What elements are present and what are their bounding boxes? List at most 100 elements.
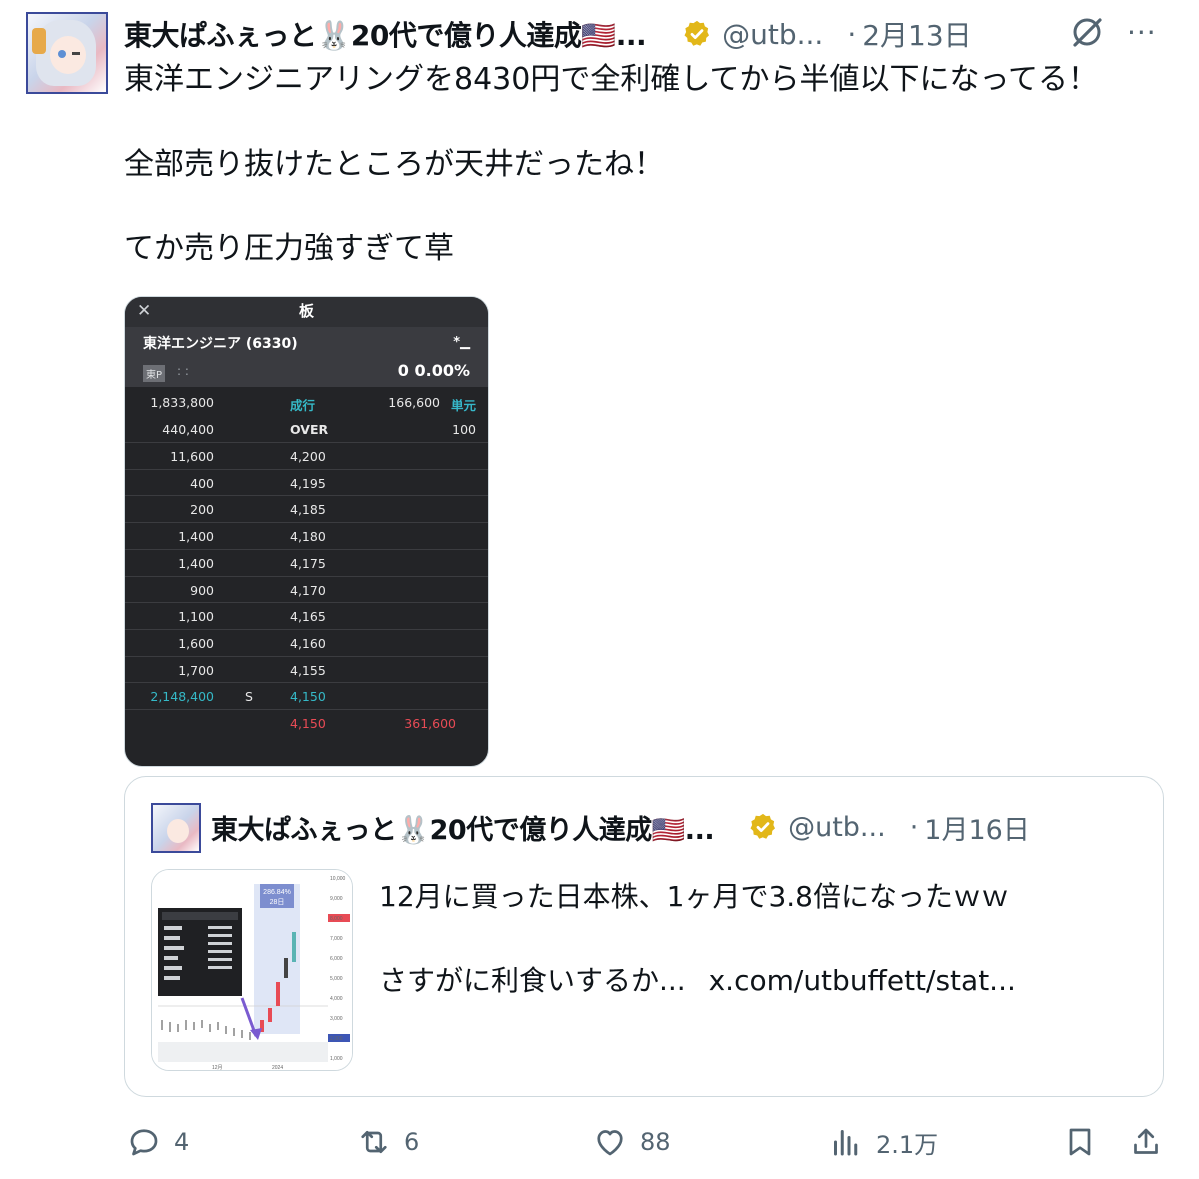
bid-qty: 200 [190, 502, 214, 517]
order-row: 1,400 4,180 [125, 523, 488, 549]
bid-qty: 1,700 [178, 663, 214, 678]
post-text-line-2: 全部売り抜けたところが天井だったね！ [124, 147, 664, 182]
order-row: 200 4,185 [125, 496, 488, 522]
heart-icon [597, 1130, 623, 1156]
repost-icon [361, 1130, 387, 1154]
quoted-post-header: 東大ぱふぇっと🐰20代で億り人達成🇺🇸... @utb... · 1月16日 [211, 805, 1139, 849]
share-icon [1134, 1128, 1158, 1154]
order-price: OVER [290, 422, 329, 437]
quoted-post-link[interactable]: x.com/utbuffett/stat... [709, 964, 1016, 997]
order-row: 11,600 4,200 [125, 443, 488, 469]
post-date[interactable]: 2月13日 [862, 14, 971, 54]
bid-qty: 2,148,400 [150, 689, 214, 704]
order-row: 1,600 4,160 [125, 630, 488, 656]
order-price: 4,170 [290, 583, 326, 598]
svg-text:12月: 12月 [212, 1065, 223, 1071]
ask-qty: 100 [452, 422, 476, 437]
bid-qty: 900 [190, 583, 214, 598]
gain-badge-days: 28日 [270, 898, 285, 906]
svg-text:6,000: 6,000 [330, 956, 343, 962]
order-price: 4,150 [290, 716, 326, 731]
order-row: 2,148,400 S 4,150 [125, 683, 488, 709]
order-price: 4,155 [290, 663, 326, 678]
avatar-eye-wink [72, 52, 80, 55]
svg-text:5,000: 5,000 [330, 976, 343, 982]
reply-icon [130, 1129, 158, 1156]
close-icon: ✕ [137, 301, 152, 321]
quoted-author-name: 東大ぱふぇっと🐰20代で億り人達成🇺🇸... [211, 814, 715, 846]
svg-text:8,000: 8,000 [330, 916, 343, 922]
order-row: 1,400 4,175 [125, 550, 488, 576]
order-row: 900 4,170 [125, 577, 488, 603]
order-price: 4,180 [290, 529, 326, 544]
avatar-eye [58, 50, 66, 58]
post-actions-bar: 4 6 88 2.1万 [0, 1118, 1199, 1168]
order-price: 4,175 [290, 556, 326, 571]
more-options-icon[interactable]: ··· [1127, 16, 1157, 49]
order-price: 4,185 [290, 502, 326, 517]
like-count: 88 [640, 1128, 671, 1156]
order-book-title: 板 [298, 302, 314, 320]
order-row: 1,100 4,165 [125, 603, 488, 629]
avatar-face [167, 819, 189, 843]
quoted-post-chart-thumbnail: 286.84% 28日 10,000 9,000 8,000 7,000 6,0… [151, 869, 353, 1071]
avatar-face [50, 36, 86, 74]
quoted-author-handle: @utb... [788, 811, 886, 843]
order-row: 1,700 4,155 [125, 657, 488, 683]
stock-menu-icon: *▁ [453, 335, 470, 350]
reply-button[interactable]: 4 [126, 1124, 189, 1160]
svg-text:3,000: 3,000 [330, 1016, 343, 1022]
quoted-text-line-1: 12月に買った日本株、1ヶ月で3.8倍になったｗｗ [379, 880, 1009, 913]
order-price: 4,200 [290, 449, 326, 464]
like-button[interactable]: 88 [592, 1124, 671, 1160]
order-price: 4,195 [290, 476, 326, 491]
date-separator: · [909, 811, 919, 843]
order-row: 4,150 361,600 [125, 710, 488, 736]
verified-badge-icon [750, 813, 776, 839]
quoted-post[interactable]: 東大ぱふぇっと🐰20代で億り人達成🇺🇸... @utb... · 1月16日 2 [124, 776, 1164, 1097]
svg-text:10,000: 10,000 [330, 876, 346, 882]
bid-qty: 400 [190, 476, 214, 491]
stock-info-box: 東洋エンジニア (6330) *▁ 東P : : 0 0.00% [125, 327, 488, 387]
share-button[interactable] [1128, 1124, 1176, 1160]
market-badge: 東P [143, 365, 166, 382]
svg-text:2,000: 2,000 [330, 1036, 343, 1042]
reply-count: 4 [174, 1128, 190, 1156]
order-row: 400 4,195 [125, 470, 488, 496]
order-row: 1,833,800 成行 166,600 単元 [125, 389, 488, 415]
bookmark-icon [1069, 1128, 1091, 1156]
post-text-line-1: 東洋エンジニアリングを8430円で全利確してから半値以下になってる！ [124, 62, 1098, 97]
post-image-order-book[interactable]: ✕ 板 東洋エンジニア (6330) *▁ 東P : : 0 0.00% 1,8… [124, 296, 489, 767]
order-row: 440,400 OVER 100 [125, 416, 488, 442]
author-name[interactable]: 東大ぱふぇっと🐰20代で億り人達成🇺🇸... [124, 14, 647, 54]
avatar-accessory [32, 28, 46, 54]
gain-badge-percent: 286.84% [263, 889, 291, 896]
ask-qty: 361,600 [404, 716, 456, 731]
views-button[interactable]: 2.1万 [828, 1124, 938, 1160]
verified-badge-icon[interactable] [682, 19, 712, 49]
svg-text:1,000: 1,000 [330, 1056, 343, 1062]
quoted-text-snippet: さすがに利食いするか... [379, 964, 686, 997]
author-handle[interactable]: @utb... [722, 18, 823, 51]
date-separator: · [847, 17, 857, 51]
post-header: 東大ぱふぇっと🐰20代で億り人達成🇺🇸... @utb... · 2月13日 ·… [124, 12, 1171, 56]
order-price: 4,165 [290, 609, 326, 624]
special-quote-marker: S [245, 689, 253, 704]
bid-qty: 1,600 [178, 636, 214, 651]
bid-qty: 1,833,800 [150, 395, 214, 410]
svg-text:2024: 2024 [272, 1065, 283, 1071]
repost-count: 6 [404, 1128, 420, 1156]
quoted-author-avatar [151, 803, 201, 853]
repost-button[interactable]: 6 [356, 1124, 419, 1160]
unit-label: 単元 [450, 398, 476, 413]
order-price: 成行 [290, 398, 316, 413]
author-avatar[interactable] [26, 12, 108, 94]
svg-text:4,000: 4,000 [330, 996, 343, 1002]
grok-icon[interactable] [1069, 14, 1105, 50]
views-chart-icon [834, 1130, 858, 1156]
bid-qty: 440,400 [162, 422, 214, 437]
bookmark-button[interactable] [1062, 1124, 1110, 1160]
quoted-text-line-2: さすがに利食いするか... x.com/utbuffett/stat... [379, 959, 1016, 999]
order-price: 4,150 [290, 689, 326, 704]
post-text-line-3: てか売り圧力強すぎて草 [124, 231, 454, 266]
